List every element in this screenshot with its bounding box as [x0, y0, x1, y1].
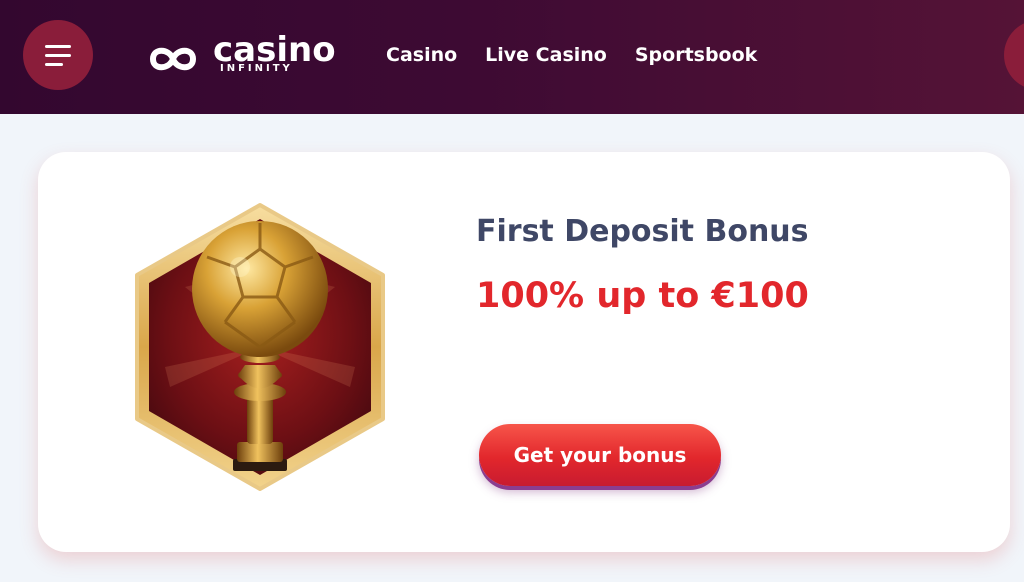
header-right-button[interactable]	[1004, 20, 1024, 90]
logo-subtitle: INFINITY	[220, 63, 293, 74]
menu-line	[45, 53, 71, 57]
casino-infinity-logo[interactable]: casino INFINITY	[133, 30, 348, 80]
nav-casino[interactable]: Casino	[386, 44, 457, 66]
golden-football-trophy-icon	[125, 197, 395, 497]
bonus-amount: 100% up to €100	[476, 276, 809, 316]
menu-button[interactable]	[23, 20, 93, 90]
nav-sportsbook[interactable]: Sportsbook	[635, 44, 757, 66]
bonus-title: First Deposit Bonus	[476, 214, 809, 249]
menu-line	[45, 44, 71, 48]
promo-card: First Deposit Bonus 100% up to €100 Get …	[38, 152, 1010, 552]
nav-live-casino[interactable]: Live Casino	[485, 44, 607, 66]
infinity-icon	[149, 47, 197, 71]
menu-line	[45, 62, 63, 66]
main-nav: Casino Live Casino Sportsbook	[386, 44, 757, 66]
get-bonus-button[interactable]: Get your bonus	[479, 424, 721, 486]
site-header: casino INFINITY Casino Live Casino Sport…	[0, 0, 1024, 114]
